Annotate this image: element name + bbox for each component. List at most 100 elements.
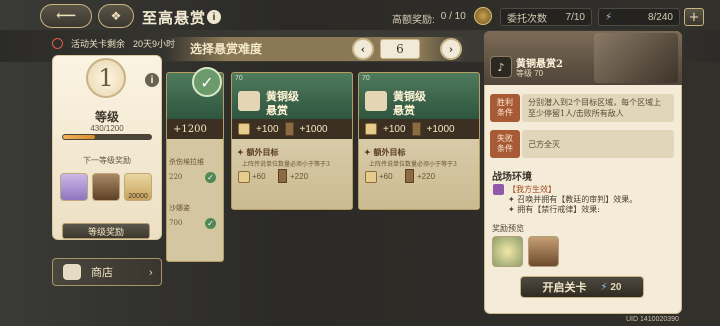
level-title: 等级 (94, 110, 119, 124)
commission-counter: 委托次数 7/10 (500, 8, 592, 26)
shop-label: 商店 (91, 266, 113, 279)
stage-cost-value: 20 (610, 281, 622, 293)
reward-scroll-icon[interactable] (92, 173, 120, 201)
page-title: 至高悬赏 (142, 9, 207, 27)
difficulty-label: 选择悬赏难度 (190, 42, 263, 56)
energy-icon: ⚡ (600, 281, 608, 293)
card-wood-reward: +1200 (173, 123, 207, 135)
card-reward-row: +100 +1000 (232, 119, 352, 139)
detail-level: 等级 70 (516, 69, 544, 78)
difficulty-increase-button[interactable]: › (440, 38, 462, 60)
wood-icon (278, 169, 287, 183)
extra-target-desc: 上阵传说单位数量必须小于等于3 (242, 161, 330, 168)
card-value-a: 220 (169, 173, 183, 181)
reward-preview-chest-icon[interactable] (528, 236, 559, 267)
extra-target-desc: 上阵传说单位数量必须小于等于3 (369, 161, 457, 168)
level-reward-button[interactable]: 等级奖励 (62, 223, 150, 239)
home-button[interactable]: ❖ (98, 4, 134, 28)
card-reward-row: +1200 (167, 119, 223, 139)
difficulty-decrease-button[interactable]: ‹ (352, 38, 374, 60)
check-icon: ✓ (205, 218, 216, 229)
chevron-right-icon: › (448, 42, 454, 56)
card-reward-row: +100 +1000 (359, 119, 479, 139)
bounty-scroll-icon (238, 91, 260, 111)
card-wood-reward: +1000 (426, 123, 455, 135)
card-chip-reward: +100 (256, 123, 279, 135)
next-level-reward-label: 下一等级奖励 (83, 156, 131, 165)
extra-target-label: 额外目标 (373, 147, 406, 157)
env-effect-line: ✦ 拥有【禁行戒律】效果: (508, 205, 600, 214)
bounty-type-icon: ♪ (490, 56, 512, 78)
win-label-line: 胜利 (497, 98, 513, 107)
reward-crystal-icon[interactable] (60, 173, 88, 201)
high-reward-counter: 高额奖励: 0 / 10 (392, 11, 466, 26)
wood-icon (405, 169, 414, 183)
card-title: 悬赏 (266, 104, 288, 117)
card-title: 悬赏 (393, 104, 415, 117)
reward-coin-count: 20000 (128, 193, 148, 200)
chip-icon (365, 123, 377, 135)
card-extra-desc: 杀伤埃拉维 (169, 158, 204, 166)
enemy-portrait-image (594, 33, 678, 83)
commission-value: 7/10 (565, 11, 585, 23)
bounty-card-completed[interactable]: +1200 杀伤埃拉维 220 ✓ 沙娜姿 700 ✓ (166, 72, 224, 262)
stage-cost: ⚡ 20 (601, 282, 622, 293)
card-level: 70 (362, 75, 370, 82)
card-value-b: +220 (417, 172, 436, 181)
card-level: 70 (235, 75, 243, 82)
card-body: ✦ 额外目标 上阵传说单位数量必须小于等于3 +60 +220 (232, 139, 352, 209)
uid-label: UID 1410020390 (626, 316, 679, 323)
card-value-b: 700 (169, 219, 183, 227)
level-progress-text: 430/1200 (90, 124, 124, 133)
bag-icon (63, 264, 81, 280)
battle-environment-title: 战场环境 (492, 172, 532, 183)
ally-effect-icon (493, 184, 504, 195)
level-progress-fill (63, 135, 95, 139)
chip-icon (365, 171, 377, 183)
high-reward-value: 0 / 10 (440, 11, 466, 22)
card-extra-desc: 沙娜姿 (169, 204, 190, 212)
title-info-icon[interactable]: i (207, 10, 221, 24)
card-banner: 70 黄铜级 悬赏 (359, 73, 479, 119)
reward-preview-label: 奖励预览 (492, 224, 524, 233)
level-info-icon[interactable]: i (145, 73, 159, 87)
card-wood-reward: +1000 (299, 123, 328, 135)
win-condition-text: 分别潜入到2个目标区域，每个区域上至少停留1人/击败所有敌人 (522, 94, 674, 122)
card-banner: 70 黄铜级 悬赏 (232, 73, 352, 119)
card-body: ✦ 额外目标 上阵传说单位数量必须小于等于3 +60 +220 (359, 139, 479, 209)
start-stage-button[interactable]: 开启关卡 ⚡ 20 (520, 276, 644, 298)
lose-label-line: 条件 (497, 144, 513, 153)
extra-target-label: 额外目标 (246, 147, 279, 157)
lose-condition-text: 己方全灭 (522, 130, 674, 158)
high-reward-label: 高额奖励: (392, 15, 435, 26)
clock-icon (52, 38, 63, 49)
energy-counter: ⚡ 8/240 (598, 8, 680, 26)
card-value-b: +220 (290, 172, 309, 181)
wood-icon (284, 122, 294, 136)
chip-icon (238, 123, 250, 135)
check-icon: ✓ (205, 172, 216, 183)
lose-condition-label: 失败 条件 (490, 130, 520, 158)
bounty-card[interactable]: 70 黄铜级 悬赏 +100 +1000 ✦ 额外目标 上阵传说单位数量必须小于… (231, 72, 353, 210)
add-energy-button[interactable]: + (684, 8, 704, 26)
completed-check-icon: ✓ (192, 67, 222, 97)
back-arrow-icon: ⟵ (55, 8, 77, 24)
energy-value: 8/240 (647, 11, 673, 23)
energy-icon: ⚡ (605, 11, 613, 23)
timer-label: 活动关卡剩余 (71, 39, 126, 49)
back-button[interactable]: ⟵ (40, 4, 92, 28)
shop-button[interactable]: 商店 › (52, 258, 162, 286)
level-badge: 1 (86, 58, 126, 98)
chip-icon (238, 171, 250, 183)
extra-target: ✦ 额外目标 (364, 147, 406, 157)
wood-icon (411, 122, 421, 136)
reward-preview-badge-icon[interactable] (492, 236, 523, 267)
home-grid-icon: ❖ (110, 9, 122, 23)
card-value-a: +60 (252, 172, 266, 181)
difficulty-value: 6 (380, 39, 420, 59)
event-timer: 活动关卡剩余 20天9小时 (52, 37, 175, 50)
start-stage-label: 开启关卡 (542, 281, 587, 294)
rank-emblem-icon (474, 7, 492, 25)
card-chip-reward: +100 (383, 123, 406, 135)
bounty-card-selected[interactable]: 70 黄铜级 悬赏 +100 +1000 ✦ 额外目标 上阵传说单位数量必须小于… (358, 72, 480, 210)
